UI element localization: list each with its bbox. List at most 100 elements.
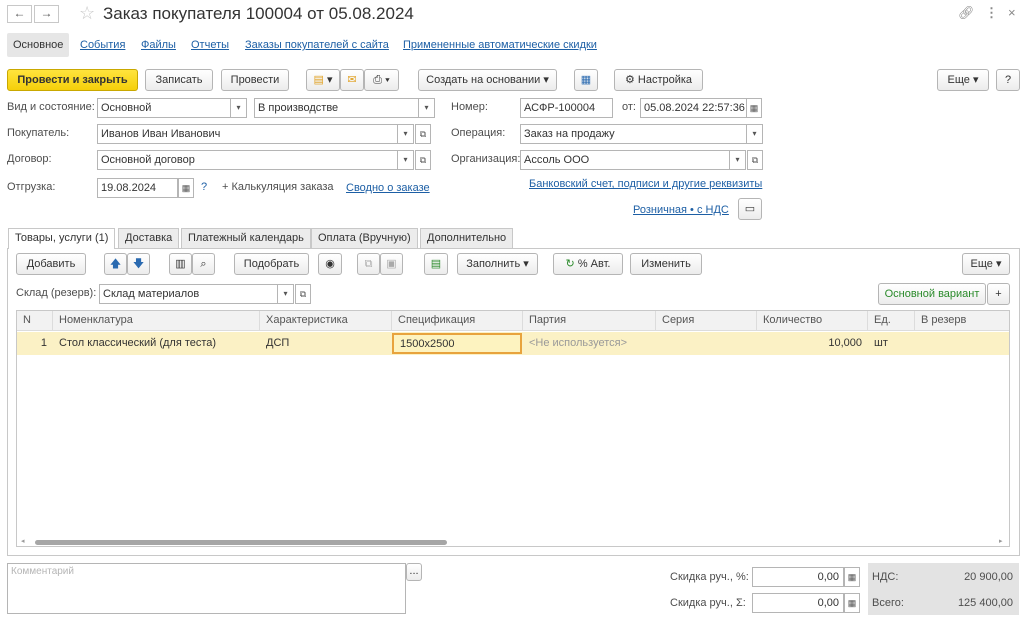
- kind-select[interactable]: Основной ▾: [97, 98, 247, 118]
- tab-files[interactable]: Файлы: [141, 39, 176, 51]
- comment-expand-button[interactable]: ...: [406, 563, 422, 581]
- pick-button[interactable]: Подобрать: [234, 253, 309, 275]
- date-field[interactable]: 05.08.2024 22:57:36: [640, 98, 747, 118]
- cell-item[interactable]: Стол классический (для теста): [53, 332, 260, 355]
- more-menu-icon[interactable]: ⋮: [985, 5, 998, 21]
- change-button[interactable]: Изменить: [630, 253, 702, 275]
- print-button[interactable]: ⎙ ▾: [364, 69, 399, 91]
- summary-link[interactable]: Сводно о заказе: [346, 182, 430, 194]
- add-variant-button[interactable]: +: [987, 283, 1010, 305]
- tab-auto-discounts[interactable]: Примененные автоматические скидки: [403, 39, 597, 51]
- contract-field[interactable]: Основной договор ▾: [97, 150, 414, 170]
- barcode-icon[interactable]: ▥: [169, 253, 192, 275]
- col-header[interactable]: N: [17, 311, 53, 331]
- buyer-field[interactable]: Иванов Иван Иванович ▾: [97, 124, 414, 144]
- cell-reserve[interactable]: [915, 332, 1009, 355]
- fill-button[interactable]: Заполнить ▾: [457, 253, 538, 275]
- help-button[interactable]: ?: [996, 69, 1020, 91]
- help-question[interactable]: ?: [201, 181, 207, 193]
- tab-additional[interactable]: Дополнительно: [420, 228, 514, 248]
- open-icon[interactable]: ⧉: [747, 150, 763, 170]
- table-row[interactable]: 1 Стол классический (для теста) ДСП 1500…: [17, 332, 1009, 355]
- table-more-button[interactable]: Еще ▾: [962, 253, 1010, 275]
- number-field[interactable]: АСФР-100004: [520, 98, 613, 118]
- warehouse-field[interactable]: Склад материалов ▾: [99, 284, 294, 304]
- forward-button[interactable]: →: [34, 5, 59, 23]
- discount-sum-field[interactable]: 0,00: [752, 593, 844, 613]
- comment-field[interactable]: Комментарий: [7, 563, 406, 614]
- back-button[interactable]: ←: [7, 5, 32, 23]
- document-menu-button[interactable]: ▤ ▾: [306, 69, 340, 91]
- link-icon[interactable]: 🔗︎: [958, 5, 975, 21]
- col-header[interactable]: Количество: [757, 311, 868, 331]
- eye-icon[interactable]: ◉: [318, 253, 342, 275]
- close-icon[interactable]: ×: [1008, 5, 1016, 20]
- card-icon[interactable]: ▭: [738, 198, 762, 220]
- tab-site-orders[interactable]: Заказы покупателей с сайта: [245, 39, 389, 51]
- org-field[interactable]: Ассоль ООО ▾: [520, 150, 746, 170]
- cell-unit[interactable]: шт: [868, 332, 915, 355]
- search-doc-icon[interactable]: ⌕: [192, 253, 215, 275]
- chevron-down-icon[interactable]: ▾: [418, 99, 434, 117]
- cell-specification[interactable]: 1500x2500: [392, 333, 522, 354]
- operation-select[interactable]: Заказ на продажу ▾: [520, 124, 763, 144]
- tab-reports[interactable]: Отчеты: [191, 39, 229, 51]
- open-icon[interactable]: ⧉: [415, 150, 431, 170]
- price-type-link[interactable]: Розничная • с НДС: [633, 204, 729, 216]
- chevron-down-icon[interactable]: ▾: [230, 99, 246, 117]
- tab-payment-calendar[interactable]: Платежный календарь: [181, 228, 311, 248]
- chevron-down-icon[interactable]: ▾: [397, 125, 413, 143]
- chevron-down-icon[interactable]: ▾: [729, 151, 745, 169]
- tab-delivery[interactable]: Доставка: [118, 228, 180, 248]
- chevron-down-icon[interactable]: ▾: [397, 151, 413, 169]
- cell-series[interactable]: [656, 332, 757, 355]
- add-button[interactable]: Добавить: [16, 253, 86, 275]
- discount-percent-field[interactable]: 0,00: [752, 567, 844, 587]
- more-button[interactable]: Еще ▾: [937, 69, 989, 91]
- bank-details-link[interactable]: Банковский счет, подписи и другие реквиз…: [529, 178, 762, 190]
- cell-batch[interactable]: <Не используется>: [523, 332, 656, 355]
- state-select[interactable]: В производстве ▾: [254, 98, 435, 118]
- calendar-icon[interactable]: ▦: [178, 178, 194, 198]
- col-header[interactable]: Серия: [656, 311, 757, 331]
- save-button[interactable]: Записать: [145, 69, 213, 91]
- col-header[interactable]: В резерв: [915, 311, 1009, 331]
- move-down-icon[interactable]: 🡇: [127, 253, 150, 275]
- post-and-close-button[interactable]: Провести и закрыть: [7, 69, 138, 91]
- col-header[interactable]: Спецификация: [392, 311, 523, 331]
- favorite-star-icon[interactable]: ☆: [79, 3, 95, 24]
- tab-main[interactable]: Основное: [7, 33, 70, 57]
- post-button[interactable]: Провести: [221, 69, 289, 91]
- auto-percent-button[interactable]: ↻ % Авт.: [553, 253, 623, 275]
- chevron-down-icon[interactable]: ▾: [277, 285, 293, 303]
- tab-goods[interactable]: Товары, услуги (1): [8, 228, 116, 249]
- calc-label[interactable]: + Калькуляция заказа: [222, 181, 334, 193]
- col-header[interactable]: Номенклатура: [53, 311, 260, 331]
- email-button[interactable]: ✉: [340, 69, 364, 91]
- cell-quantity[interactable]: 10,000: [757, 332, 868, 355]
- ship-date-field[interactable]: 19.08.2024: [97, 178, 178, 198]
- horizontal-scrollbar[interactable]: [35, 540, 447, 545]
- chevron-down-icon[interactable]: ▾: [746, 125, 762, 143]
- open-icon[interactable]: ⧉: [415, 124, 431, 144]
- tab-events[interactable]: События: [80, 39, 125, 51]
- calculator-icon[interactable]: ▦: [844, 567, 860, 587]
- create-based-button[interactable]: Создать на основании ▾: [418, 69, 557, 91]
- scroll-right-icon[interactable]: ▸: [999, 537, 1007, 545]
- scroll-left-icon[interactable]: ◂: [21, 537, 29, 545]
- col-header[interactable]: Ед.: [868, 311, 915, 331]
- move-up-icon[interactable]: 🡅: [104, 253, 127, 275]
- calculator-icon[interactable]: ▦: [844, 593, 860, 613]
- tab-payment-manual[interactable]: Оплата (Вручную): [311, 228, 418, 248]
- col-header[interactable]: Партия: [523, 311, 656, 331]
- structure-button[interactable]: ▦: [574, 69, 598, 91]
- copy-icon[interactable]: ⧉: [357, 253, 380, 275]
- paste-icon[interactable]: ▣: [380, 253, 403, 275]
- table-fill-icon[interactable]: ▤: [424, 253, 448, 275]
- calendar-icon[interactable]: ▦: [746, 98, 762, 118]
- settings-button[interactable]: ⚙ Настройка: [614, 69, 703, 91]
- cell-n[interactable]: 1: [17, 332, 53, 355]
- main-variant-button[interactable]: Основной вариант: [878, 283, 986, 305]
- open-icon[interactable]: ⧉: [295, 284, 311, 304]
- col-header[interactable]: Характеристика: [260, 311, 392, 331]
